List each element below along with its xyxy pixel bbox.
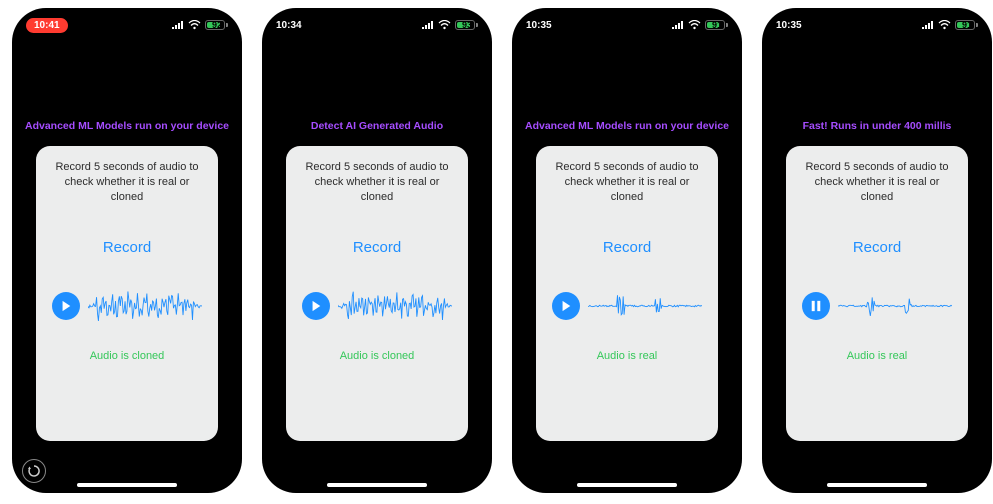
battery-icon: 92: [205, 20, 228, 30]
cellular-icon: [172, 21, 184, 29]
result-label: Audio is cloned: [90, 350, 165, 362]
status-indicators: 93: [422, 20, 478, 30]
instruction-text: Record 5 seconds of audio to check wheth…: [802, 160, 952, 205]
battery-icon: 93: [455, 20, 478, 30]
recorder-card: Record 5 seconds of audio to check wheth…: [36, 146, 218, 441]
waveform-row: [798, 288, 956, 324]
result-label: Audio is real: [597, 350, 658, 362]
phone-screenshot: 10:41 92 Advanced ML Models run on your …: [12, 8, 242, 493]
waveform[interactable]: [338, 288, 452, 324]
status-indicators: 91: [922, 20, 978, 30]
waveform[interactable]: [838, 288, 952, 324]
phone-screenshot: 10:35 91 Advanced ML Models run on your …: [512, 8, 742, 493]
status-time: 10:34: [276, 20, 302, 31]
result-label: Audio is cloned: [340, 350, 415, 362]
record-button[interactable]: Record: [103, 239, 151, 256]
status-bar: 10:35 91: [762, 14, 992, 36]
wifi-icon: [438, 20, 451, 30]
battery-icon: 91: [705, 20, 728, 30]
record-button[interactable]: Record: [853, 239, 901, 256]
home-indicator[interactable]: [327, 483, 427, 487]
feature-headline: Detect AI Generated Audio: [262, 120, 492, 132]
status-bar: 10:34 93: [262, 14, 492, 36]
recorder-card: Record 5 seconds of audio to check wheth…: [286, 146, 468, 441]
recorder-card: Record 5 seconds of audio to check wheth…: [536, 146, 718, 441]
pause-icon: [810, 300, 822, 312]
phone-screenshot: 10:35 91 Fast! Runs in under 400 millis R…: [762, 8, 992, 493]
cellular-icon: [922, 21, 934, 29]
battery-icon: 91: [955, 20, 978, 30]
status-bar: 10:35 91: [512, 14, 742, 36]
pause-button[interactable]: [802, 292, 830, 320]
recorder-card: Record 5 seconds of audio to check wheth…: [786, 146, 968, 441]
record-button[interactable]: Record: [603, 239, 651, 256]
refresh-button[interactable]: [22, 459, 46, 483]
status-time: 10:41: [26, 18, 68, 33]
play-button[interactable]: [52, 292, 80, 320]
instruction-text: Record 5 seconds of audio to check wheth…: [552, 160, 702, 205]
play-icon: [60, 300, 72, 312]
status-time: 10:35: [776, 20, 802, 31]
wifi-icon: [938, 20, 951, 30]
status-time: 10:35: [526, 20, 552, 31]
play-icon: [560, 300, 572, 312]
play-button[interactable]: [302, 292, 330, 320]
cellular-icon: [422, 21, 434, 29]
phone-screenshot: 10:34 93 Detect AI Generated Audio Record…: [262, 8, 492, 493]
feature-headline: Advanced ML Models run on your device: [512, 120, 742, 132]
home-indicator[interactable]: [827, 483, 927, 487]
result-label: Audio is real: [847, 350, 908, 362]
status-indicators: 91: [672, 20, 728, 30]
wifi-icon: [188, 20, 201, 30]
instruction-text: Record 5 seconds of audio to check wheth…: [302, 160, 452, 205]
home-indicator[interactable]: [577, 483, 677, 487]
cellular-icon: [672, 21, 684, 29]
status-bar: 10:41 92: [12, 14, 242, 36]
record-button[interactable]: Record: [353, 239, 401, 256]
status-indicators: 92: [172, 20, 228, 30]
waveform-row: [48, 288, 206, 324]
waveform[interactable]: [588, 288, 702, 324]
home-indicator[interactable]: [77, 483, 177, 487]
waveform-row: [548, 288, 706, 324]
instruction-text: Record 5 seconds of audio to check wheth…: [52, 160, 202, 205]
refresh-icon: [28, 465, 40, 477]
feature-headline: Advanced ML Models run on your device: [12, 120, 242, 132]
waveform[interactable]: [88, 288, 202, 324]
play-button[interactable]: [552, 292, 580, 320]
wifi-icon: [688, 20, 701, 30]
feature-headline: Fast! Runs in under 400 millis: [762, 120, 992, 132]
waveform-row: [298, 288, 456, 324]
play-icon: [310, 300, 322, 312]
